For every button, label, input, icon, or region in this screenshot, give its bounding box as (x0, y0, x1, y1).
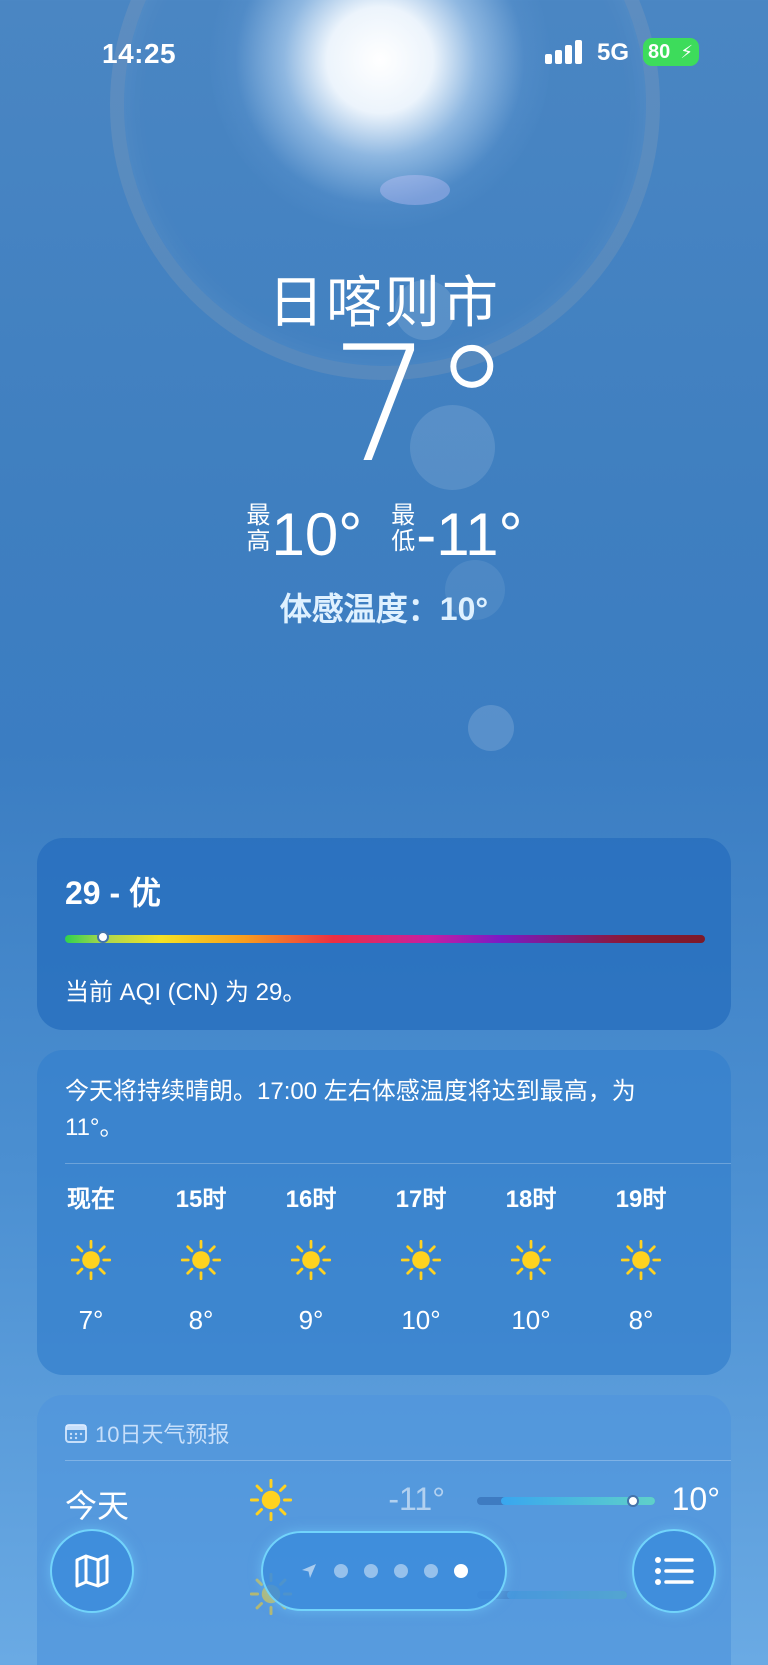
hour-label: 17时 (395, 1186, 447, 1213)
forecast-header: 10日天气预报 (65, 1417, 229, 1449)
hour-label: 18时 (505, 1186, 557, 1213)
page-indicator[interactable] (261, 1531, 507, 1611)
location-arrow-icon (302, 1564, 316, 1578)
network-type: 5G (597, 39, 630, 66)
hourly-item: 19时 8° (591, 1180, 691, 1340)
calendar-icon (65, 1424, 87, 1443)
sun-icon (481, 1220, 581, 1300)
status-bar: 14:25 5G 80 ⚡ (0, 0, 768, 100)
aqi-description: 当前 AQI (CN) 为 29。 (65, 979, 307, 1006)
sun-icon (591, 1220, 691, 1300)
hourly-summary: 今天将持续晴朗。17:00 左右体感温度将达到最高，为 11°。 (65, 1078, 636, 1141)
hour-label: 15时 (175, 1186, 227, 1213)
hour-temperature (701, 1300, 731, 1340)
sun-icon (371, 1220, 471, 1300)
feels-like: 体感温度：10° (279, 591, 489, 627)
charging-icon: ⚡ (680, 42, 693, 62)
air-quality-card[interactable]: 29 - 优 当前 AQI (CN) 为 29。 (37, 838, 731, 1030)
current-temp-marker (626, 1495, 639, 1507)
battery-icon: 80 ⚡ (643, 38, 699, 66)
map-button[interactable] (50, 1529, 134, 1613)
aqi-value: 29 - 优 (65, 875, 162, 911)
lens-flare (380, 175, 450, 205)
hour-label: 现在 (67, 1186, 115, 1213)
sun-icon (261, 1220, 361, 1300)
bottom-toolbar (0, 1525, 768, 1625)
hour-temperature: 8° (628, 1305, 654, 1335)
hour-temperature: 10° (511, 1305, 551, 1335)
map-icon (75, 1554, 109, 1588)
divider (65, 1163, 731, 1164)
temperature-range-bar (477, 1495, 655, 1507)
list-icon (655, 1557, 694, 1585)
hourly-item: 15时 8° (151, 1180, 251, 1340)
high-temperature: 10° (271, 501, 363, 568)
hourly-forecast-card[interactable]: 今天将持续晴朗。17:00 左右体感温度将达到最高，为 11°。 现在 7° 15时… (37, 1050, 731, 1375)
hour-temperature: 7° (78, 1305, 104, 1335)
forecast-header-label: 10日天气预报 (95, 1422, 230, 1447)
low-temperature: -11° (416, 501, 523, 568)
page-dot[interactable] (334, 1564, 348, 1578)
hourly-list[interactable]: 现在 7° 15时 8° 16时 9° 17时 10° 18时 10° 19时 8° 1 (37, 1180, 731, 1360)
current-temperature: 7° (330, 311, 512, 498)
sun-icon (701, 1220, 731, 1300)
list-button[interactable] (632, 1529, 716, 1613)
forecast-row[interactable]: 今天 -11° 10° (65, 1471, 720, 1531)
page-dot[interactable] (424, 1564, 438, 1578)
sun-icon (41, 1220, 141, 1300)
forecast-low: -11° (388, 1481, 445, 1517)
hour-temperature: 8° (188, 1305, 214, 1335)
page-dot[interactable] (454, 1564, 468, 1578)
forecast-day: 今天 (65, 1488, 130, 1524)
page-dot[interactable] (394, 1564, 408, 1578)
low-label: 最低 (391, 502, 416, 555)
page-dot[interactable] (364, 1564, 378, 1578)
battery-level: 80 (648, 41, 671, 63)
forecast-high: 10° (671, 1481, 720, 1517)
high-label: 最高 (246, 502, 271, 555)
divider (65, 1460, 731, 1461)
hour-label: 1 (701, 1180, 731, 1220)
sun-icon (151, 1220, 251, 1300)
hourly-item: 16时 9° (261, 1180, 361, 1340)
hour-temperature: 10° (401, 1305, 441, 1335)
hour-temperature: 9° (298, 1305, 324, 1335)
high-low-temperature: 最高10° 最低-11° (0, 500, 768, 569)
signal-icon (545, 40, 585, 64)
hourly-item: 17时 10° (371, 1180, 471, 1340)
lens-flare (468, 705, 514, 751)
sun-icon (249, 1478, 293, 1526)
hour-label: 19时 (615, 1186, 667, 1213)
hourly-item: 1 (701, 1180, 731, 1340)
hourly-item: 现在 7° (41, 1180, 141, 1340)
hour-label: 16时 (285, 1186, 337, 1213)
status-time: 14:25 (102, 38, 177, 69)
aqi-scale-bar (65, 935, 705, 943)
hourly-item: 18时 10° (481, 1180, 581, 1340)
